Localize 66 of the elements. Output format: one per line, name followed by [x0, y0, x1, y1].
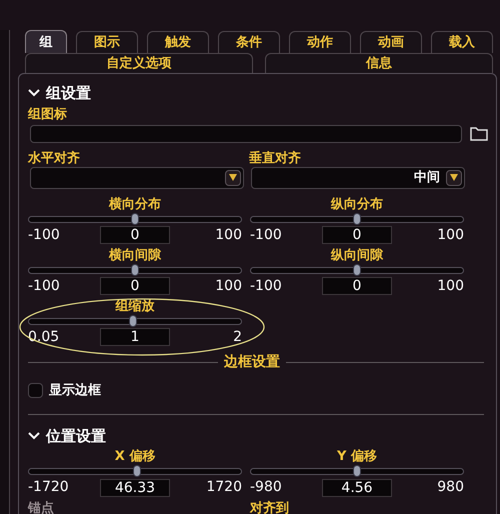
field-label: 垂直对齐 — [249, 150, 302, 166]
chevron-down-icon — [28, 89, 40, 97]
field-label: 对齐到 — [250, 500, 289, 514]
slider-track[interactable] — [28, 266, 242, 274]
slider-track[interactable] — [250, 266, 464, 274]
section-heading: 边框设置 — [224, 352, 280, 372]
tab[interactable]: 自定义选项 — [25, 53, 253, 73]
slider-min: -980 — [250, 478, 283, 497]
tab[interactable]: 组 — [25, 30, 67, 53]
slider-max: 1720 — [205, 478, 242, 497]
slider-track[interactable] — [28, 318, 242, 324]
dropdown-value: 中间 — [414, 168, 440, 187]
slider-thumb[interactable] — [353, 465, 361, 477]
value-field[interactable]: 0 — [322, 226, 392, 244]
slider-min: -100 — [28, 226, 61, 244]
dropdown[interactable]: 中间 — [251, 166, 465, 188]
slider-thumb[interactable] — [133, 465, 142, 477]
slider-thumb[interactable] — [353, 264, 361, 276]
value-field[interactable]: 4.56 — [322, 478, 392, 496]
slider-max: 100 — [214, 226, 242, 244]
slider-track[interactable] — [28, 468, 242, 475]
chevron-down-icon — [28, 432, 40, 440]
slider-min: -100 — [250, 226, 283, 244]
checkbox-label: 显示边框 — [49, 382, 101, 400]
value-field[interactable]: 0 — [100, 226, 170, 244]
slider-label: 横向间隙 — [109, 248, 161, 264]
value-field[interactable]: 0 — [100, 277, 170, 295]
slider-label: 横向分布 — [109, 196, 161, 212]
slider-label: Y 偏移 — [337, 449, 377, 465]
slider-max: 2 — [232, 328, 242, 346]
value-field[interactable]: 1 — [100, 328, 170, 346]
slider-max: 980 — [436, 478, 464, 497]
checkbox[interactable] — [28, 382, 43, 398]
slider-label: X 偏移 — [114, 449, 156, 465]
section-header[interactable]: 位置设置 — [28, 425, 466, 447]
field-label: 组图标 — [28, 106, 68, 124]
tab[interactable]: 动画 — [360, 31, 422, 53]
tab[interactable]: 触发 — [147, 31, 209, 53]
slider-thumb[interactable] — [128, 314, 137, 326]
slider-min: -1720 — [28, 478, 70, 497]
slider-max: 100 — [214, 276, 242, 296]
slider-max: 100 — [436, 276, 464, 296]
field-label: 水平对齐 — [28, 150, 81, 166]
value-field[interactable]: 46.33 — [100, 478, 170, 496]
slider-min: 0.05 — [28, 328, 60, 346]
slider-track[interactable] — [250, 216, 464, 222]
slider-min: -100 — [28, 276, 61, 296]
tab[interactable]: 动作 — [289, 31, 351, 53]
slider-label: 纵向间隙 — [331, 248, 383, 264]
slider-max: 100 — [436, 226, 464, 244]
section-header[interactable]: 组设置 — [28, 82, 466, 104]
icon-field[interactable] — [30, 124, 462, 142]
tab[interactable]: 图示 — [76, 31, 138, 53]
slider-thumb[interactable] — [131, 212, 139, 224]
slider-thumb[interactable] — [353, 212, 361, 224]
value-field[interactable]: 0 — [322, 277, 392, 295]
tab[interactable]: 信息 — [265, 53, 493, 73]
slider-track[interactable] — [28, 216, 242, 222]
slider-label: 组缩放 — [116, 298, 154, 314]
tab[interactable]: 载入 — [431, 31, 493, 53]
slider-label: 纵向分布 — [331, 196, 383, 212]
slider-track[interactable] — [250, 468, 464, 475]
folder-icon[interactable] — [470, 126, 488, 141]
slider-thumb[interactable] — [131, 264, 139, 276]
tab[interactable]: 条件 — [218, 31, 280, 53]
slider-min: -100 — [250, 276, 283, 296]
